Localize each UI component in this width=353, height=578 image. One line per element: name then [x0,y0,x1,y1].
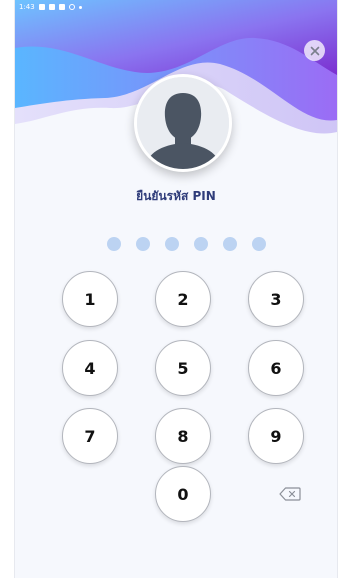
close-button[interactable] [304,40,325,61]
pin-dot [136,237,150,251]
user-silhouette-icon [137,77,229,169]
backspace-icon [279,487,301,501]
notification-icon [48,4,55,10]
notification-icon [58,4,65,10]
pin-screen: 1:43 ยืนยันรหัส PIN 1 2 3 4 5 6 7 8 9 0 [15,0,337,578]
pin-indicator [107,237,266,251]
more-notifications-dot [78,5,82,9]
pin-dot [107,237,121,251]
key-0[interactable]: 0 [155,466,211,522]
status-bar: 1:43 [15,0,337,14]
close-icon [310,46,319,55]
key-2[interactable]: 2 [155,271,211,327]
key-5[interactable]: 5 [155,340,211,396]
settings-status-icon [68,4,75,10]
key-1[interactable]: 1 [62,271,118,327]
status-time: 1:43 [19,3,35,11]
pin-dot [194,237,208,251]
pin-dot [165,237,179,251]
key-7[interactable]: 7 [62,408,118,464]
backspace-button[interactable] [275,483,305,505]
key-8[interactable]: 8 [155,408,211,464]
key-3[interactable]: 3 [248,271,304,327]
notification-icon [38,4,45,10]
key-9[interactable]: 9 [248,408,304,464]
key-6[interactable]: 6 [248,340,304,396]
key-4[interactable]: 4 [62,340,118,396]
page-title: ยืนยันรหัส PIN [136,189,216,203]
pin-dot [223,237,237,251]
pin-dot [252,237,266,251]
user-avatar [134,74,232,172]
